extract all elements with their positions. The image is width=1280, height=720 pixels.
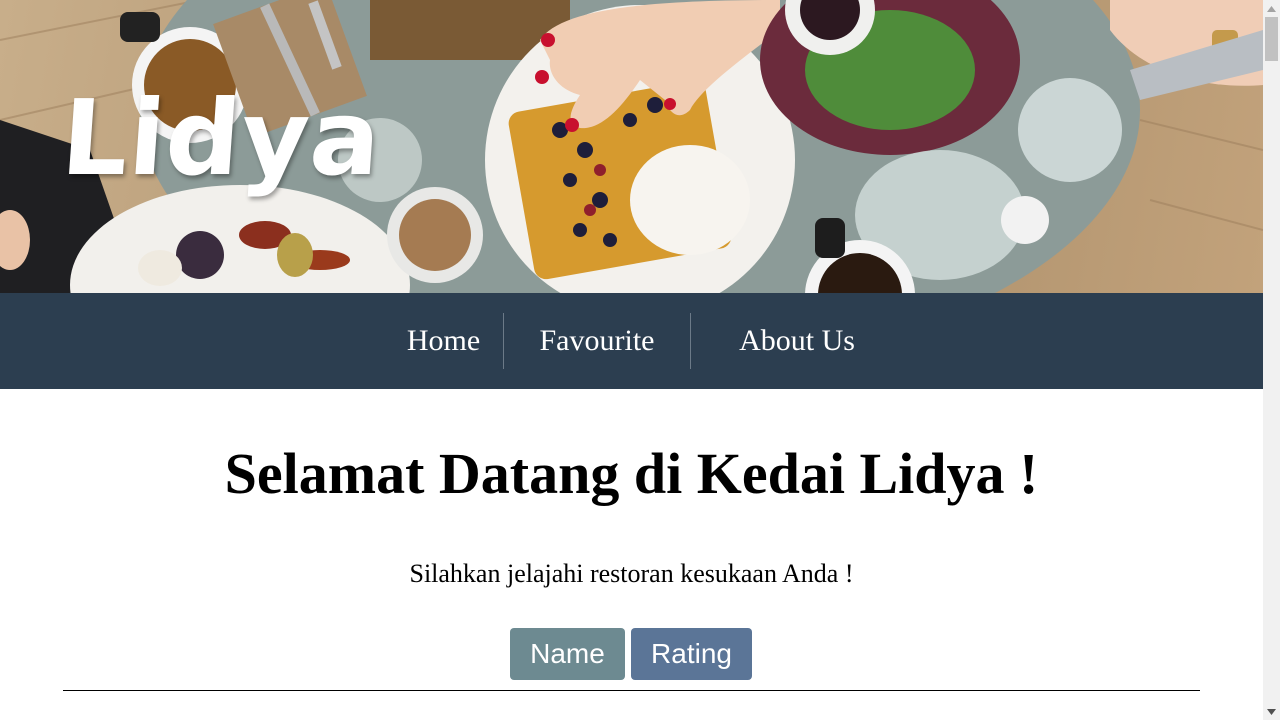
scroll-down-arrow-icon[interactable]	[1263, 703, 1280, 720]
sort-by-rating-button[interactable]: Rating	[631, 628, 752, 680]
nav-list: Home Favourite About Us	[384, 313, 903, 369]
scroll-up-arrow-icon[interactable]	[1263, 0, 1280, 17]
page-subtitle: Silahkan jelajahi restoran kesukaan Anda…	[409, 559, 854, 588]
nav-link-favourite[interactable]: Favourite	[504, 313, 691, 369]
ice-cream	[630, 145, 750, 255]
sort-button-group: Name Rating	[510, 628, 752, 680]
page: Lidya Home Favourite About Us Selamat Da…	[0, 0, 1263, 720]
nav-link-about-us[interactable]: About Us	[691, 313, 903, 369]
small-glass	[1018, 78, 1122, 182]
page-title: Selamat Datang di Kedai Lidya !	[224, 441, 1039, 506]
nav-link-home[interactable]: Home	[384, 313, 504, 369]
scrollbar-thumb[interactable]	[1265, 17, 1278, 61]
brand-logo: Lidya	[57, 77, 386, 199]
hero-banner: Lidya	[0, 0, 1263, 293]
sort-by-name-button[interactable]: Name	[510, 628, 625, 680]
content-divider	[63, 690, 1200, 691]
vertical-scrollbar[interactable]	[1263, 0, 1280, 720]
navbar: Home Favourite About Us	[0, 293, 1263, 389]
